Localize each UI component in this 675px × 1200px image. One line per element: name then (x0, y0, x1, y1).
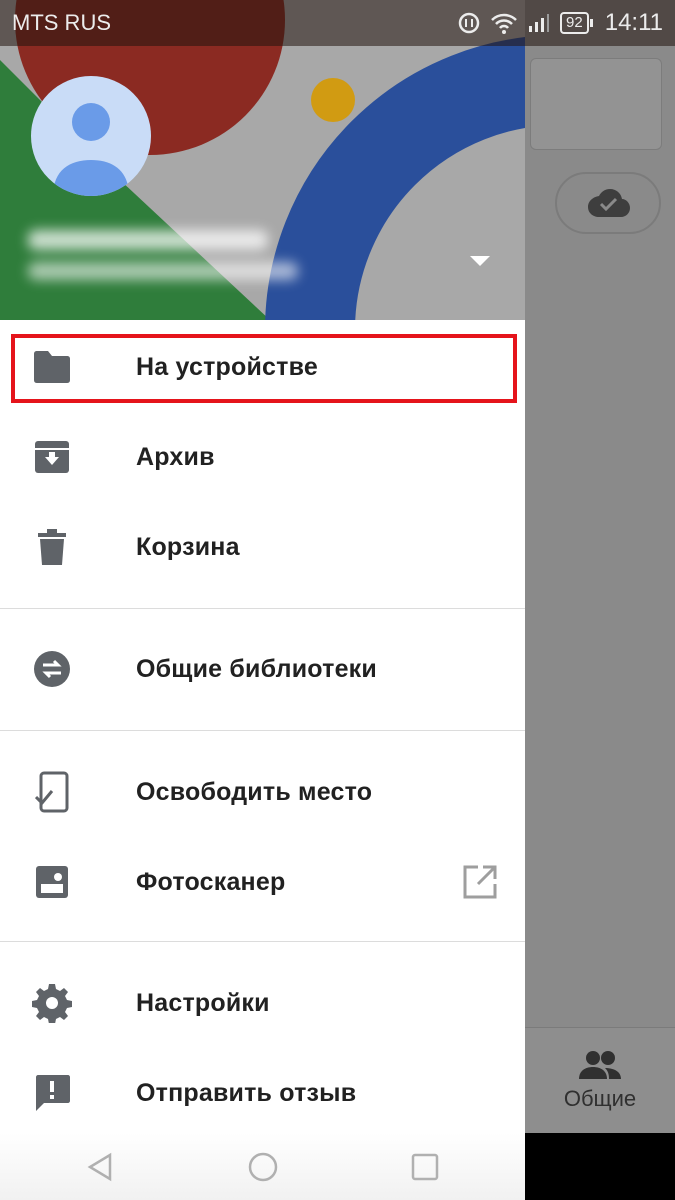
menu-divider (0, 941, 525, 942)
menu-item-label: Архив (136, 442, 215, 471)
menu-item-settings[interactable]: Настройки (0, 958, 525, 1048)
signal-icon (529, 14, 550, 32)
menu-item-label: Общие библиотеки (136, 654, 377, 683)
menu-item-send-feedback[interactable]: Отправить отзыв (0, 1048, 525, 1133)
navigation-drawer: На устройстве Архив Корзина Общие библио… (0, 0, 525, 1133)
menu-item-archive[interactable]: Архив (0, 412, 525, 502)
system-navigation-buttons (0, 1133, 525, 1200)
feedback-icon (32, 1075, 72, 1111)
system-navigation-bar (0, 1133, 675, 1200)
menu-item-free-up-space[interactable]: Освободить место (0, 747, 525, 837)
menu-divider (0, 608, 525, 609)
account-avatar[interactable] (31, 76, 151, 196)
account-switcher-dropdown-icon[interactable] (470, 256, 490, 266)
battery-indicator: 92 (560, 12, 593, 34)
menu-item-label: Отправить отзыв (136, 1078, 357, 1107)
free-up-space-icon (32, 771, 72, 813)
status-icons: 92 14:11 (458, 9, 663, 37)
recents-button[interactable] (410, 1152, 440, 1182)
photoscan-icon (32, 864, 72, 900)
open-external-icon (462, 864, 498, 900)
status-bar: MTS RUS 92 14:11 (0, 0, 675, 46)
status-time: 14:11 (604, 9, 663, 36)
backup-status-button[interactable] (555, 172, 661, 234)
tab-shared-label: Общие (563, 1086, 637, 1111)
home-button[interactable] (247, 1151, 279, 1183)
account-info-blurred (28, 230, 298, 294)
trash-icon (32, 529, 72, 565)
wifi-icon (491, 13, 517, 34)
menu-item-label: Фотосканер (136, 867, 286, 896)
back-button[interactable] (86, 1152, 116, 1182)
archive-icon (32, 439, 72, 475)
data-saver-icon (458, 12, 480, 34)
cloud-done-icon (588, 189, 630, 217)
drawer-menu: На устройстве Архив Корзина Общие библио… (0, 320, 525, 1133)
person-icon (53, 103, 129, 196)
shared-libraries-icon (32, 651, 72, 687)
gear-icon (32, 984, 72, 1023)
highlight-box (11, 334, 517, 403)
drawer-header (0, 0, 525, 320)
menu-item-label: Освободить место (136, 777, 373, 806)
menu-item-label: Корзина (136, 532, 240, 561)
people-icon (579, 1051, 621, 1079)
tab-shared[interactable]: Общие (525, 1028, 675, 1134)
menu-item-shared-libraries[interactable]: Общие библиотеки (0, 624, 525, 714)
menu-divider (0, 730, 525, 731)
background-card (530, 58, 662, 150)
menu-item-trash[interactable]: Корзина (0, 502, 525, 592)
menu-item-photoscan[interactable]: Фотосканер (0, 837, 525, 927)
bottom-navigation: Общие (525, 1027, 675, 1133)
carrier-name: MTS RUS (12, 10, 111, 35)
menu-item-label: Настройки (136, 988, 270, 1017)
